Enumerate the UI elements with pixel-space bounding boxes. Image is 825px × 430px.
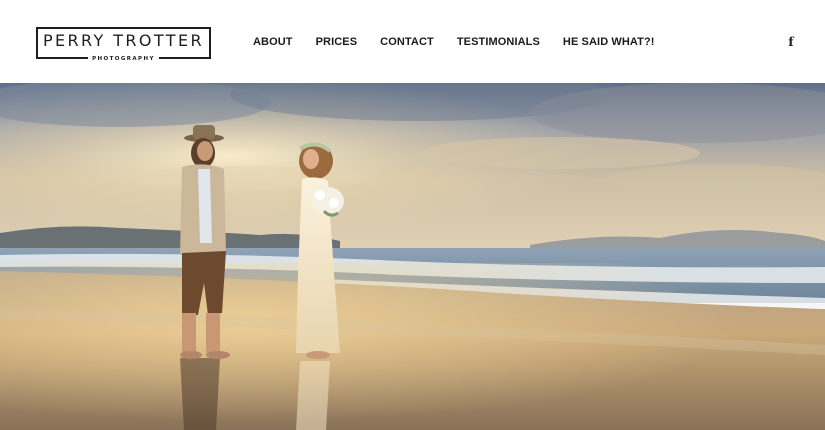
beach-photo — [0, 83, 825, 430]
site-header: PERRY TROTTER PHOTOGRAPHY ABOUT PRICES C… — [0, 0, 825, 83]
main-nav: ABOUT PRICES CONTACT TESTIMONIALS HE SAI… — [253, 35, 655, 49]
nav-item-he-said-what[interactable]: HE SAID WHAT?! — [563, 35, 655, 49]
nav-item-about[interactable]: ABOUT — [253, 35, 293, 49]
hero-image — [0, 83, 825, 430]
nav-item-testimonials[interactable]: TESTIMONIALS — [457, 35, 540, 49]
logo-title: PERRY TROTTER — [42, 31, 204, 50]
facebook-icon[interactable]: f — [785, 34, 797, 50]
nav-item-contact[interactable]: CONTACT — [380, 35, 434, 49]
logo-tagline: PHOTOGRAPHY — [88, 55, 159, 63]
nav-item-prices[interactable]: PRICES — [316, 35, 358, 49]
site-logo[interactable]: PERRY TROTTER PHOTOGRAPHY — [36, 27, 211, 63]
